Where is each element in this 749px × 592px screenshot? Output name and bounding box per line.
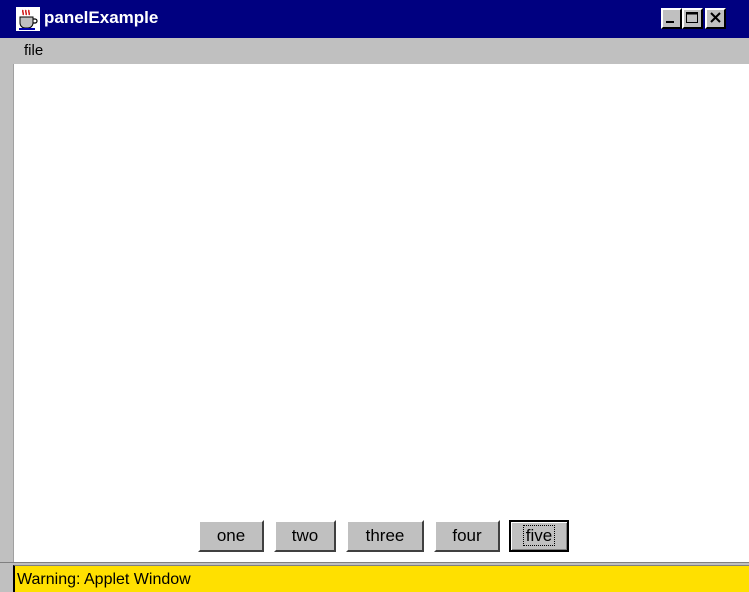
- minimize-button[interactable]: [661, 8, 682, 29]
- two-button[interactable]: two: [274, 520, 336, 552]
- menu-item-file[interactable]: file: [20, 42, 47, 59]
- applet-window: panelExample file one two three four fiv…: [0, 0, 749, 592]
- five-button-label: five: [522, 525, 556, 546]
- five-button[interactable]: five: [509, 520, 569, 552]
- one-button[interactable]: one: [198, 520, 264, 552]
- applet-warning-text: Warning: Applet Window: [17, 571, 191, 588]
- panel-content-area: [13, 64, 749, 562]
- minimize-icon: [666, 21, 674, 23]
- maximize-button[interactable]: [682, 8, 703, 29]
- three-button[interactable]: three: [346, 520, 424, 552]
- four-button[interactable]: four: [434, 520, 500, 552]
- close-icon: [710, 12, 721, 23]
- close-button[interactable]: [705, 8, 726, 29]
- applet-warning-bar: Warning: Applet Window: [13, 565, 749, 592]
- title-bar[interactable]: panelExample: [0, 0, 749, 38]
- menu-bar: file: [0, 38, 749, 64]
- java-coffee-cup-icon[interactable]: [16, 7, 40, 31]
- window-title: panelExample: [44, 8, 159, 27]
- maximize-icon: [686, 12, 698, 23]
